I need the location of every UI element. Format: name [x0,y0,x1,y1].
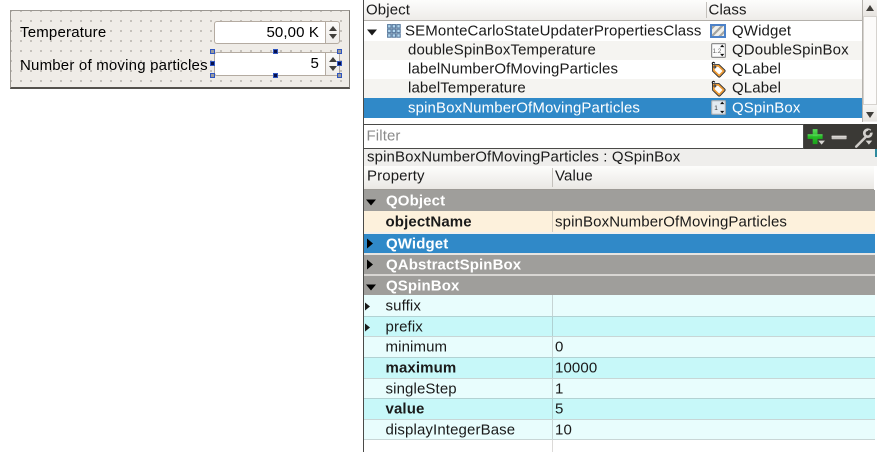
svg-text:1: 1 [714,105,718,112]
